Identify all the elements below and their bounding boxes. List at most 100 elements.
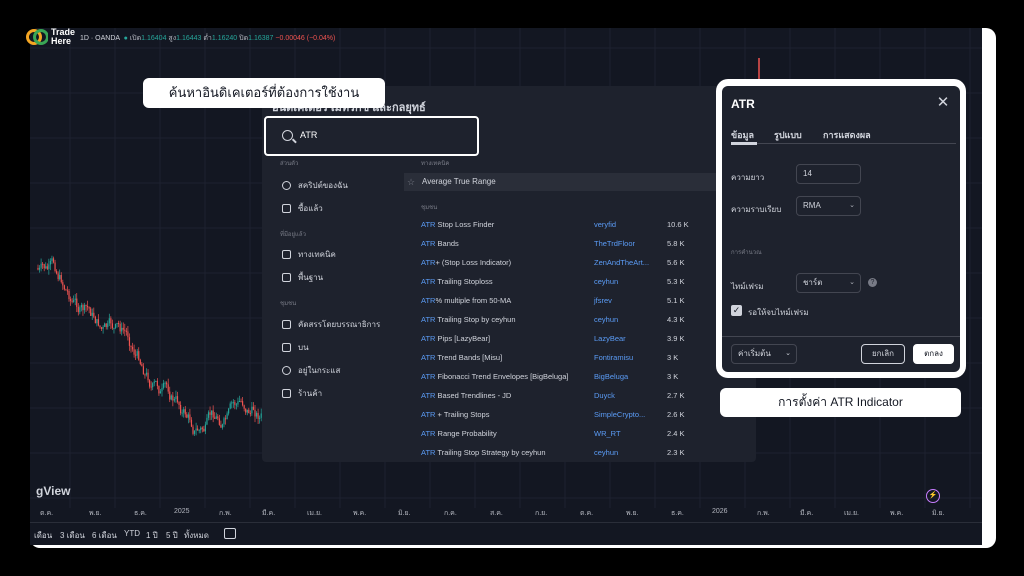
tf-button[interactable]: YTD	[124, 529, 140, 538]
tf-button[interactable]: 3 เดือน	[60, 529, 85, 542]
result-row[interactable]: ATR+ (Stop Loss Indicator) ZenAndTheArt..…	[421, 256, 751, 270]
sidebar-item-purchased[interactable]: ซื้อแล้ว	[282, 202, 323, 215]
candle-body	[74, 298, 76, 301]
result-author[interactable]: LazyBear	[594, 332, 626, 346]
candle-body	[187, 414, 189, 418]
open-label: เปิด	[129, 35, 142, 42]
candle-body	[173, 399, 175, 401]
result-row[interactable]: ATR Trailing Stop Strategy by ceyhun ceyh…	[421, 446, 751, 460]
tab-visibility[interactable]: การแสดงผล	[823, 128, 871, 142]
candle-body	[243, 405, 245, 409]
sidebar-item-top[interactable]: บน	[282, 341, 309, 354]
technicals-icon	[282, 250, 291, 259]
sidebar-item-technicals[interactable]: ทางเทคนิค	[282, 248, 336, 261]
lightning-icon[interactable]: ⚡	[926, 489, 940, 503]
result-author[interactable]: TheTrdFloor	[594, 237, 635, 251]
logo-mark-icon	[26, 26, 49, 48]
tf-button[interactable]: ทั้งหมด	[184, 529, 209, 542]
result-author[interactable]: WR_RT	[594, 427, 621, 441]
result-author[interactable]: jfsrev	[594, 294, 612, 308]
result-count: 2.6 K	[667, 410, 685, 419]
candle-body	[195, 428, 197, 431]
result-row[interactable]: ATR Fibonacci Trend Envelopes [BigBeluga…	[421, 370, 751, 384]
candle-body	[139, 359, 141, 365]
sidebar-item-store[interactable]: ร้านค้า	[282, 387, 322, 400]
candle-body	[38, 267, 41, 270]
candle-body	[114, 323, 117, 329]
sidebar-item-fundamentals[interactable]: พื้นฐาน	[282, 271, 323, 284]
sidebar-item-my-scripts[interactable]: สคริปต์ของฉัน	[282, 179, 348, 192]
result-count: 5.6 K	[667, 258, 685, 267]
result-author[interactable]: ceyhun	[594, 313, 618, 327]
tf-button[interactable]: 5 ปี	[166, 529, 178, 542]
wait-close-checkbox[interactable]: ✓	[731, 305, 742, 316]
candle-body	[204, 424, 206, 432]
tab-style[interactable]: รูปแบบ	[774, 128, 802, 142]
result-average-true-range[interactable]: ☆ Average True Range	[404, 173, 756, 191]
result-author[interactable]: BigBeluga	[594, 370, 628, 384]
result-row[interactable]: ATR Trailing Stoploss ceyhun 5.3 K	[421, 275, 751, 289]
result-author[interactable]: SimpleCrypto...	[594, 408, 645, 422]
length-input[interactable]: 14	[796, 164, 861, 184]
result-row[interactable]: ATR + Trailing Stops SimpleCrypto... 2.6 K	[421, 408, 751, 422]
search-input-value[interactable]: ATR	[300, 130, 317, 140]
result-author[interactable]: veryfid	[594, 218, 616, 232]
result-row[interactable]: ATR Trailing Stop by ceyhun ceyhun 4.3 K	[421, 313, 751, 327]
tf-button[interactable]: เดือน	[34, 529, 52, 542]
candle-body	[193, 430, 196, 434]
candle-body	[207, 412, 210, 418]
candle-body	[85, 305, 87, 307]
result-author[interactable]: Duyck	[594, 389, 615, 403]
smoothing-select[interactable]: RMA ⌄	[796, 196, 861, 216]
result-author[interactable]: ceyhun	[594, 446, 618, 460]
candle-body	[255, 412, 258, 417]
result-row[interactable]: ATR Bands TheTrdFloor 5.8 K	[421, 237, 751, 251]
result-row[interactable]: ATR Stop Loss Finder veryfid 10.6 K	[421, 218, 751, 232]
help-icon[interactable]: ?	[868, 278, 877, 287]
time-axis[interactable]: ต.ค. พ.ย. ธ.ค. 2025 ก.พ. มี.ค. เม.ย. พ.ค…	[30, 508, 982, 522]
indicator-search-input[interactable]: ATR	[264, 116, 479, 156]
sidebar-item-trending[interactable]: อยู่ในกระแส	[282, 364, 340, 377]
calendar-icon[interactable]	[224, 528, 236, 539]
candle-body	[249, 413, 251, 415]
candle-body	[217, 416, 219, 419]
cancel-button[interactable]: ยกเลิก	[861, 344, 905, 364]
candle-body	[130, 345, 132, 347]
candle-body	[147, 372, 149, 381]
result-row[interactable]: ATR Based Trendlines - JD Duyck 2.7 K	[421, 389, 751, 403]
sidebar-item-editors-picks[interactable]: คัดสรรโดยบรรณาธิการ	[282, 318, 380, 331]
result-author[interactable]: Fontiramisu	[594, 351, 633, 365]
x-tick: 2026	[712, 508, 728, 515]
sidebar-item-label: บน	[298, 343, 309, 352]
result-row[interactable]: ATR Pips [LazyBear] LazyBear 3.9 K	[421, 332, 751, 346]
result-row[interactable]: ATR Range Probability WR_RT 2.4 K	[421, 427, 751, 441]
candle-body	[245, 408, 247, 413]
tab-inputs[interactable]: ข้อมูล	[731, 128, 754, 142]
result-row[interactable]: ATR% multiple from 50-MA jfsrev 5.1 K	[421, 294, 751, 308]
result-author[interactable]: ZenAndTheArt...	[594, 256, 649, 270]
x-tick: มี.ค.	[800, 510, 814, 517]
candle-body	[223, 418, 225, 425]
candle-body	[65, 289, 67, 291]
timeframe-select[interactable]: ชาร์ต ⌄	[796, 273, 861, 293]
candle-body	[200, 427, 202, 431]
defaults-dropdown[interactable]: ค่าเริ่มต้น ⌄	[731, 344, 797, 364]
candle-body	[153, 381, 155, 384]
ok-button[interactable]: ตกลง	[913, 344, 954, 364]
result-name: ATR+ (Stop Loss Indicator)	[421, 258, 512, 267]
close-icon[interactable]: ✕	[936, 95, 950, 110]
tf-button[interactable]: 6 เดือน	[92, 529, 117, 542]
candle-body	[77, 306, 79, 313]
star-icon[interactable]: ☆	[407, 173, 415, 191]
result-author[interactable]: ceyhun	[594, 275, 618, 289]
candle-body	[235, 404, 237, 406]
result-row[interactable]: ATR Trend Bands [Misu] Fontiramisu 3 K	[421, 351, 751, 365]
candle-body	[125, 330, 127, 332]
result-count: 2.4 K	[667, 429, 685, 438]
x-tick: พ.ย.	[89, 510, 102, 517]
result-count: 2.3 K	[667, 448, 685, 457]
x-tick: มิ.ย.	[932, 510, 945, 517]
tf-button[interactable]: 1 ปี	[146, 529, 158, 542]
candle-body	[94, 316, 96, 324]
candle-body	[144, 374, 146, 376]
